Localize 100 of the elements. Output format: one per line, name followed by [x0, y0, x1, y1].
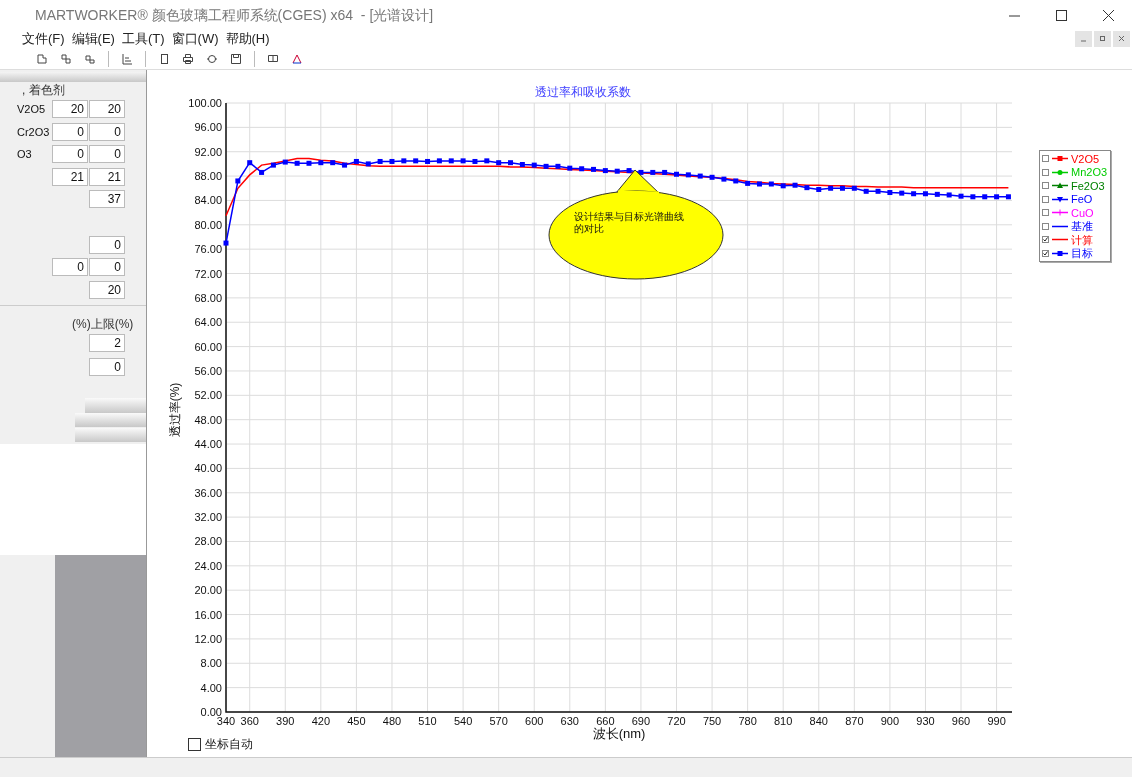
legend-label: CuO: [1071, 206, 1094, 219]
legend-label: 计算: [1071, 233, 1093, 246]
restore-icon[interactable]: [1094, 31, 1111, 47]
checkbox[interactable]: [1042, 222, 1049, 230]
toolbar-icon[interactable]: [60, 52, 72, 65]
axis-tick-label: 450: [347, 715, 366, 727]
input-field[interactable]: 0: [52, 258, 88, 277]
field-label: V2O5: [16, 102, 47, 117]
axis-tick-label: 68.00: [194, 291, 222, 304]
axis-tick-label: 480: [382, 715, 402, 727]
chart-icon[interactable]: [291, 52, 303, 65]
input-field[interactable]: 0: [89, 235, 125, 254]
menu-item[interactable]: 窗口(W): [171, 29, 219, 49]
axis-tick-label: 630: [560, 715, 579, 727]
input-field[interactable]: 20: [89, 280, 125, 299]
print-preview-icon[interactable]: [206, 52, 218, 65]
axis-tick-label: 0.00: [200, 706, 222, 718]
input-field[interactable]: 21: [52, 167, 88, 186]
axis-tick-label: 780: [738, 715, 757, 727]
checkbox[interactable]: [1042, 236, 1049, 244]
toolbar-icon[interactable]: [84, 52, 96, 65]
input-field[interactable]: 20: [52, 100, 88, 118]
document-icon[interactable]: [158, 52, 170, 65]
axis-tick-label: 28.00: [194, 535, 222, 548]
axis-tick-label: 900: [880, 715, 900, 727]
input-field[interactable]: 21: [89, 167, 125, 186]
checkbox[interactable]: [1042, 182, 1049, 190]
axis-tick-label: 360: [240, 715, 259, 727]
input-field[interactable]: 0: [52, 122, 88, 141]
axis-tick-label: 60.00: [194, 340, 222, 353]
close-icon[interactable]: [1103, 9, 1114, 21]
axis-tick-label: 4.00: [200, 681, 222, 694]
menu-item[interactable]: 编辑(E): [71, 29, 115, 49]
annotation-text: 设计结果与目标光谱曲线的对比: [574, 211, 685, 235]
field-label: Cr2O3: [16, 124, 51, 140]
legend-label: Fe2O3: [1071, 179, 1105, 192]
axis-tick-label: 32.00: [194, 511, 222, 524]
axis-tick-label: 600: [525, 715, 544, 727]
collapsed-section-bar: [75, 427, 146, 442]
axis-tick-label: 990: [987, 715, 1006, 727]
input-field[interactable]: 2: [89, 333, 125, 352]
axis-tick-label: 750: [702, 715, 722, 727]
checkbox[interactable]: [1042, 209, 1049, 217]
checkbox[interactable]: [1042, 195, 1049, 203]
axis-tick-label: 40.00: [194, 462, 222, 475]
section-label: , 着色剂: [21, 84, 66, 97]
axis-tick-label: 96.00: [194, 121, 222, 134]
axis-title: 透过率(%): [168, 382, 182, 438]
checkbox-label[interactable]: 坐标自动: [205, 735, 253, 753]
menu-item[interactable]: 帮助(H): [225, 29, 270, 49]
axis-tick-label: 720: [667, 715, 686, 727]
input-field[interactable]: 0: [89, 258, 125, 277]
input-field[interactable]: 0: [89, 145, 125, 164]
checkbox[interactable]: [188, 737, 201, 751]
axis-tick-label: 36.00: [194, 486, 222, 499]
axis-title: 波长(nm): [592, 726, 646, 741]
input-field[interactable]: 0: [89, 357, 125, 376]
axis-tick-label: 960: [951, 715, 971, 727]
axis-tick-label: 100.00: [188, 97, 222, 109]
input-field[interactable]: 0: [52, 145, 88, 164]
axis-tick-label: 20.00: [194, 584, 222, 597]
axis-tick-label: 76.00: [194, 243, 222, 256]
collapsed-section-bar: [85, 397, 146, 413]
axis-tick-label: 660: [596, 715, 615, 727]
field-label: O3: [16, 147, 33, 163]
legend-label: V2O5: [1071, 152, 1100, 165]
toolbar-icon[interactable]: [121, 52, 133, 65]
legend-label: 目标: [1071, 247, 1093, 260]
menu-item[interactable]: 工具(T): [121, 29, 165, 49]
axis-tick-label: 570: [489, 715, 508, 727]
axis-tick-label: 690: [631, 715, 651, 727]
input-field[interactable]: 0: [89, 122, 125, 141]
axis-tick-label: 24.00: [194, 559, 222, 572]
legend-label: Mn2O3: [1071, 166, 1108, 179]
axis-tick-label: 52.00: [194, 389, 222, 402]
axis-tick-label: 870: [845, 715, 864, 727]
axis-tick-label: 92.00: [194, 145, 222, 158]
axis-tick-label: 48.00: [194, 413, 222, 426]
legend-label: FeO: [1071, 193, 1093, 206]
axis-tick-label: 64.00: [194, 316, 222, 329]
panel-icon[interactable]: [267, 52, 279, 65]
checkbox[interactable]: [1042, 168, 1049, 176]
limit-label: (%)上限(%): [71, 315, 135, 332]
axis-tick-label: 340: [216, 715, 236, 727]
legend-label: 基准: [1071, 220, 1093, 233]
checkbox[interactable]: [1042, 155, 1049, 163]
toolbar-icon[interactable]: [36, 52, 48, 65]
axis-tick-label: 510: [418, 715, 437, 727]
menu-item[interactable]: 文件(F): [22, 29, 65, 49]
axis-tick-label: 16.00: [194, 608, 222, 621]
axis-tick-label: 12.00: [194, 632, 222, 645]
printer-icon[interactable]: [182, 52, 194, 65]
axis-tick-label: 840: [809, 715, 828, 727]
save-icon[interactable]: [230, 52, 242, 65]
input-field[interactable]: 20: [89, 100, 125, 118]
maximize-icon[interactable]: [1056, 9, 1067, 21]
axis-tick-label: 84.00: [194, 194, 222, 207]
input-field[interactable]: 37: [89, 190, 125, 209]
axis-tick-label: 80.00: [194, 218, 222, 231]
checkbox[interactable]: [1042, 249, 1049, 257]
